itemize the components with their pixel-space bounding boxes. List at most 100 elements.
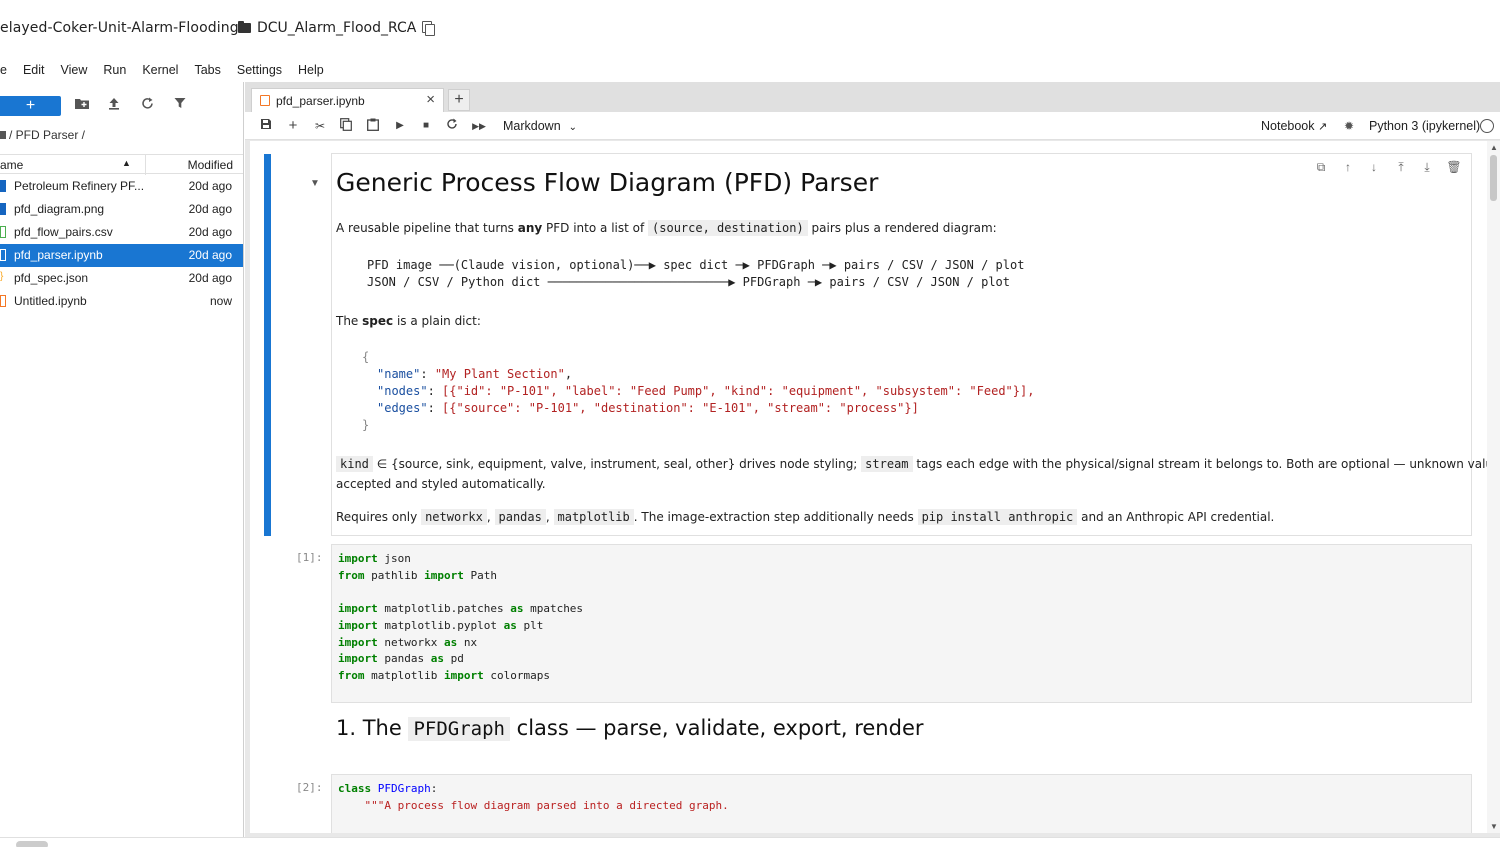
filter-icon[interactable] <box>172 97 188 113</box>
menu-file[interactable]: e <box>0 63 15 77</box>
file-row[interactable]: Untitled.ipynb now <box>0 290 243 313</box>
copy-cell-icon[interactable] <box>338 118 354 134</box>
insert-below-icon[interactable]: ⤓ <box>1419 160 1435 175</box>
json-key: "nodes" <box>377 384 428 398</box>
notebook-icon <box>260 95 270 106</box>
stop-icon[interactable]: ■ <box>418 118 434 134</box>
text: The <box>336 314 363 328</box>
file-row[interactable]: } pfd_spec.json 20d ago <box>0 267 243 290</box>
modified-column-header[interactable]: Modified <box>188 158 233 172</box>
collapse-heading-icon[interactable]: ▼ <box>310 178 320 189</box>
new-folder-icon[interactable] <box>74 97 90 113</box>
menu-view[interactable]: View <box>53 63 96 77</box>
duplicate-cell-icon[interactable]: ⧉ <box>1313 160 1329 175</box>
code-line: from pathlib import Path <box>338 569 497 582</box>
notebook-scrollbar[interactable]: ▲ ▼ <box>1487 141 1500 833</box>
text: PFD into a list of <box>542 221 649 235</box>
code-line: import json <box>338 552 411 565</box>
json-value: "My Plant Section" <box>434 367 565 381</box>
menu-tabs[interactable]: Tabs <box>186 63 228 77</box>
sort-ascending-icon[interactable]: ▲ <box>122 158 131 168</box>
simple-mode-toggle[interactable] <box>16 841 48 847</box>
save-icon[interactable] <box>258 118 274 134</box>
status-bar <box>0 837 1500 847</box>
code-text: json <box>377 552 411 565</box>
file-modified: now <box>209 294 232 308</box>
inline-code: (source, destination) <box>648 220 808 236</box>
code-line: from matplotlib import colormaps <box>338 669 550 682</box>
cell-type-dropdown[interactable]: Markdown ⌄ <box>503 119 577 133</box>
column-divider[interactable] <box>145 155 146 175</box>
text: is a plain dict: <box>393 314 481 328</box>
file-row-selected[interactable]: pfd_parser.ipynb 20d ago <box>0 244 243 267</box>
notebook-file-icon <box>0 295 6 307</box>
keyword: as <box>510 602 524 615</box>
menu-run[interactable]: Run <box>95 63 134 77</box>
cut-icon[interactable]: ✂ <box>312 118 328 134</box>
scroll-up-icon[interactable]: ▲ <box>1490 143 1498 152</box>
move-down-icon[interactable]: ↓ <box>1366 160 1382 174</box>
file-modified: 20d ago <box>188 271 232 285</box>
kernel-name[interactable]: Python 3 (ipykernel) <box>1369 119 1480 133</box>
file-row[interactable]: pfd_flow_pairs.csv 20d ago <box>0 221 243 244</box>
kernel-status-icon <box>1480 119 1494 133</box>
keyword: import <box>443 669 484 682</box>
file-modified: 20d ago <box>188 202 232 216</box>
debugger-icon[interactable]: ✹ <box>1344 119 1354 133</box>
keyword: from <box>338 569 365 582</box>
text: pairs plus a rendered diagram: <box>807 221 997 235</box>
inline-code: matplotlib <box>553 509 634 525</box>
refresh-icon[interactable] <box>139 97 155 113</box>
inline-code: kind <box>336 456 373 472</box>
new-tab-button[interactable]: + <box>448 89 470 111</box>
menu-edit[interactable]: Edit <box>15 63 53 77</box>
notebook-panel: ▼ ⧉ ↑ ↓ ⤒ ⤓ 🗑 Generic Process Flow Diagr… <box>250 141 1487 833</box>
menu-settings[interactable]: Settings <box>229 63 290 77</box>
keyword: import <box>338 652 378 665</box>
breadcrumb-path[interactable]: / PFD Parser / <box>9 128 85 142</box>
paste-icon[interactable] <box>365 118 381 134</box>
file-modified: 20d ago <box>188 179 232 193</box>
delete-cell-icon[interactable]: 🗑 <box>1446 160 1462 174</box>
new-launcher-button[interactable]: + <box>0 96 61 116</box>
upload-icon[interactable] <box>106 97 122 113</box>
code-text: matplotlib.pyplot <box>377 619 504 632</box>
menu-help[interactable]: Help <box>290 63 332 77</box>
copy-icon[interactable] <box>422 21 436 36</box>
json-line-edges: "edges": [{"source": "P-101", "destinati… <box>377 401 919 415</box>
insert-cell-icon[interactable]: + <box>285 118 301 134</box>
text: . The image-extraction step additionally… <box>633 510 918 524</box>
docstring-line: """A process flow diagram parsed into a … <box>338 799 729 812</box>
tab-pfd-parser[interactable]: pfd_parser.ipynb × <box>251 88 444 112</box>
keyword: as <box>430 652 444 665</box>
home-folder-icon[interactable] <box>0 131 6 139</box>
json-key: "edges" <box>377 401 428 415</box>
spec-paragraph: The spec is a plain dict: <box>336 314 481 328</box>
menu-kernel[interactable]: Kernel <box>134 63 186 77</box>
file-row[interactable]: pfd_diagram.png 20d ago <box>0 198 243 221</box>
run-all-icon[interactable]: ▶▶ <box>471 118 487 134</box>
keyword: class <box>338 782 372 795</box>
file-list: Petroleum Refinery PF... 20d ago pfd_dia… <box>0 175 243 313</box>
code-cell[interactable]: class PFDGraph: """A process flow diagra… <box>331 774 1472 833</box>
close-icon[interactable]: × <box>426 91 435 108</box>
heading-text: class — parse, validate, export, render <box>509 716 924 740</box>
restart-icon[interactable] <box>444 118 460 134</box>
code-text: pd <box>443 652 464 665</box>
code-cell[interactable]: import json from pathlib import Path imp… <box>331 544 1472 703</box>
requirements-paragraph: Requires only networkx, pandas, matplotl… <box>336 509 1275 525</box>
file-modified: 20d ago <box>188 248 232 262</box>
code-text: colormaps <box>483 669 550 682</box>
inline-code: pip install anthropic <box>917 509 1078 525</box>
scroll-down-icon[interactable]: ▼ <box>1490 822 1498 831</box>
insert-above-icon[interactable]: ⤒ <box>1393 160 1409 175</box>
name-column-header[interactable]: ame <box>0 158 23 172</box>
code-text: mpatches <box>523 602 584 615</box>
brace: { <box>362 350 370 364</box>
kind-paragraph-cont: accepted and styled automatically. <box>336 477 546 491</box>
move-up-icon[interactable]: ↑ <box>1340 160 1356 174</box>
scrollbar-thumb[interactable] <box>1490 155 1497 201</box>
run-icon[interactable]: ▶ <box>392 118 408 134</box>
open-notebook-view-button[interactable]: Notebook ↗ <box>1261 119 1327 133</box>
file-row[interactable]: Petroleum Refinery PF... 20d ago <box>0 175 243 198</box>
